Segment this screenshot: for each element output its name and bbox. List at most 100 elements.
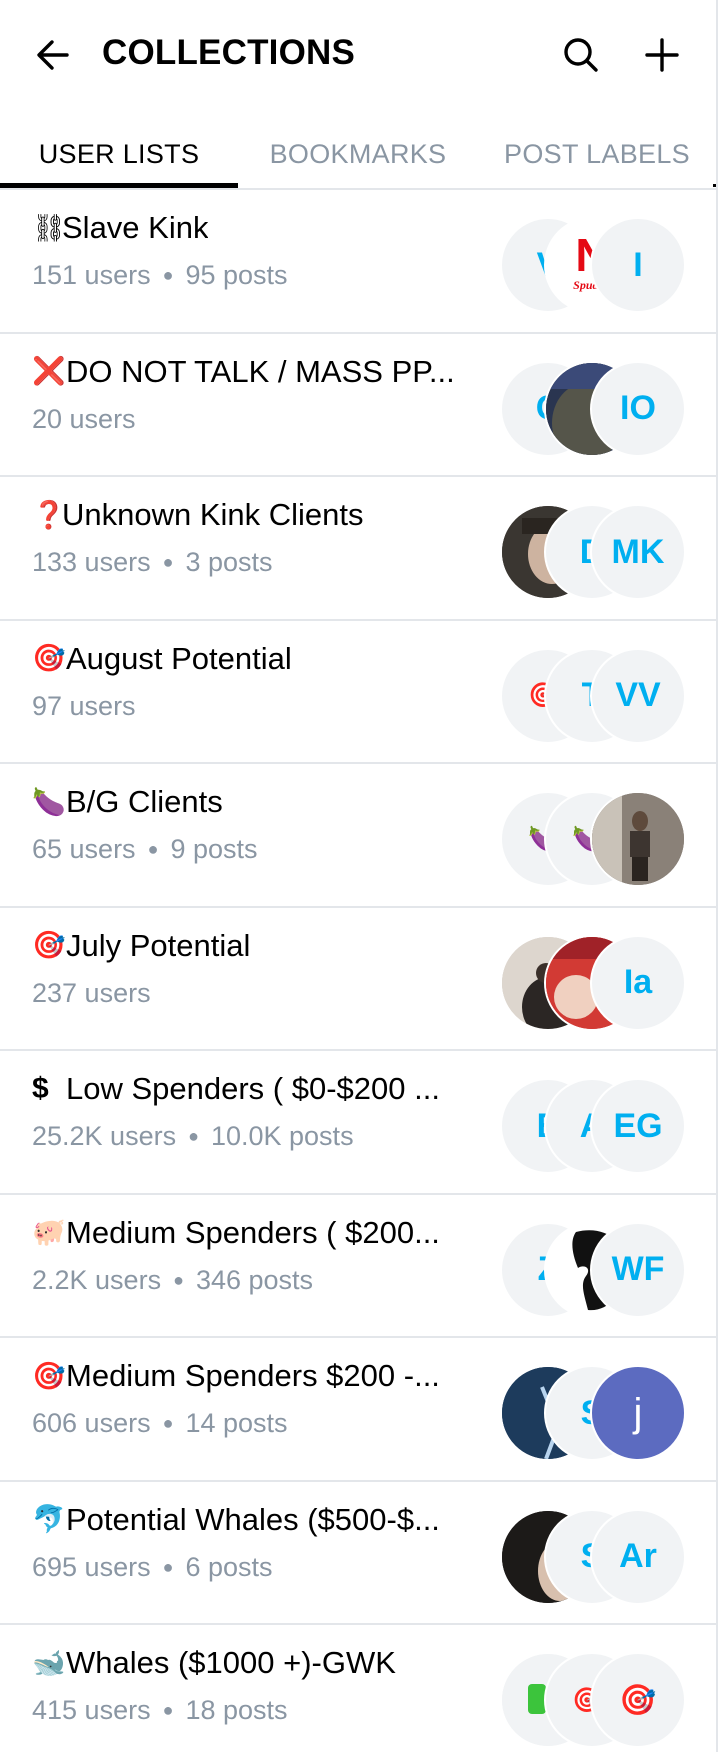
target-icon: 🎯 xyxy=(32,643,66,673)
list-item[interactable]: ❓ Unknown Kink Clients 133 users ● 3 posts… xyxy=(0,477,716,621)
separator-dot: ● xyxy=(162,552,174,572)
user-count: 20 users xyxy=(32,403,136,434)
user-count: 97 users xyxy=(32,690,136,721)
avatar: IO xyxy=(590,360,686,457)
list-title: ❌ DO NOT TALK / MASS PP... xyxy=(32,353,455,389)
separator-dot: ● xyxy=(173,1269,184,1290)
tab-bookmarks[interactable]: BOOKMARKS xyxy=(238,126,478,182)
user-count: 133 users xyxy=(32,547,151,577)
chains-icon: ⛓ xyxy=(32,212,67,243)
post-count: 346 posts xyxy=(195,1264,314,1295)
target-icon: 🎯 xyxy=(32,1360,66,1391)
dollar-sign-icon: $ xyxy=(32,1072,49,1105)
user-count: 695 users xyxy=(32,1551,151,1582)
cross-mark-icon: ❌ xyxy=(32,356,66,386)
back-button[interactable] xyxy=(25,27,81,83)
list-item[interactable]: 🎯 Medium Spenders $200 -... 606 users ● 14… xyxy=(0,1338,716,1482)
avatar: WF xyxy=(590,1221,686,1318)
list-item[interactable]: $ Low Spenders ( $0-$200 ... 25.2K users… xyxy=(0,1051,716,1195)
list-item[interactable]: 🐬 Potential Whales ($500-$... 695 users ●… xyxy=(0,1482,716,1625)
list-item[interactable]: 🎯 July Potential 237 users Ia xyxy=(0,908,716,1051)
avatar: MK xyxy=(590,504,686,600)
list-title: $ Low Spenders ( $0-$200 ... xyxy=(32,1071,440,1106)
user-count: 237 users xyxy=(32,977,151,1008)
list-title: 🍆 B/G Clients xyxy=(32,784,223,819)
list-item[interactable]: 🍆 B/G Clients 65 users ● 9 posts 🍆 🍆 xyxy=(0,764,716,908)
user-count: 2.2K users xyxy=(32,1264,162,1295)
avatar-stack: 🍆 🍆 xyxy=(500,791,690,887)
search-icon xyxy=(564,38,598,72)
pig-icon: 🐖 xyxy=(32,1217,66,1247)
avatar: Ar xyxy=(590,1508,686,1605)
user-count: 151 users xyxy=(32,260,151,290)
avatar xyxy=(590,791,686,887)
avatar-stack: 🎯 🎯 xyxy=(500,1652,690,1748)
user-count: 415 users xyxy=(32,1695,151,1725)
list-title: 🎯 Medium Spenders $200 -... xyxy=(32,1358,440,1393)
avatar-stack: D MK xyxy=(500,504,690,600)
user-count: 25.2K users xyxy=(32,1121,177,1151)
arrow-left-icon xyxy=(37,40,69,70)
list-meta: 25.2K users ● 10.0K posts xyxy=(32,1121,354,1152)
user-count: 65 users xyxy=(32,834,136,864)
dolphin-icon: 🐬 xyxy=(32,1504,66,1534)
tab-user-lists[interactable]: USER LISTS xyxy=(0,126,238,182)
avatar: VV xyxy=(590,647,686,744)
post-count: 14 posts xyxy=(185,1408,288,1438)
list-item[interactable]: 🐋 Whales ($1000 +)-GWK 415 users ● 18 post… xyxy=(0,1625,716,1752)
list-title: 🐬 Potential Whales ($500-$... xyxy=(32,1501,440,1537)
list-item[interactable]: ❌ DO NOT TALK / MASS PP... 20 users C IO xyxy=(0,334,716,477)
page-title: COLLECTIONS xyxy=(102,33,356,72)
avatar: I xyxy=(590,217,686,313)
separator-dot: ● xyxy=(162,265,174,285)
list-meta: 695 users ● 6 posts xyxy=(32,1552,273,1583)
list-item[interactable]: 🐖 Medium Spenders ( $200... 2.2K users ● 3… xyxy=(0,1195,716,1338)
list-title: 🐋 Whales ($1000 +)-GWK xyxy=(32,1645,396,1680)
list-title: 🎯 August Potential xyxy=(32,640,292,676)
list-item[interactable]: 🎯 August Potential 97 users 🎯 T VV xyxy=(0,621,716,764)
eggplant-icon: 🍆 xyxy=(32,786,66,817)
avatar-stack: V N Spud Is I xyxy=(500,217,690,313)
plus-icon xyxy=(645,38,679,72)
list-meta: 20 users xyxy=(32,404,136,435)
active-tab-indicator xyxy=(0,183,238,188)
post-count: 18 posts xyxy=(185,1695,288,1725)
question-mark-icon: ❓ xyxy=(32,499,66,530)
user-count: 606 users xyxy=(32,1408,151,1438)
target-icon: 🎯 xyxy=(32,930,66,960)
separator-dot: ● xyxy=(162,1700,174,1720)
tab-post-labels[interactable]: POST LABELS xyxy=(478,126,716,182)
list-meta: 133 users ● 3 posts xyxy=(32,547,273,578)
search-button[interactable] xyxy=(553,27,609,83)
list-meta: 415 users ● 18 posts xyxy=(32,1695,288,1726)
avatar-stack: S j xyxy=(500,1365,690,1461)
scroll-edge xyxy=(716,0,722,1752)
separator-dot: ● xyxy=(147,839,159,859)
avatar-stack: Ia xyxy=(500,934,690,1031)
separator-dot: ● xyxy=(162,1413,174,1433)
separator-dot: ● xyxy=(162,1556,174,1577)
whale-icon: 🐋 xyxy=(32,1647,66,1678)
post-count: 6 posts xyxy=(185,1551,273,1582)
post-count: 95 posts xyxy=(185,260,288,290)
list-title: 🎯 July Potential xyxy=(32,927,251,963)
post-count: 9 posts xyxy=(170,834,258,864)
avatar: EG xyxy=(590,1078,686,1174)
post-count: 3 posts xyxy=(185,547,273,577)
avatar-stack: Z WF xyxy=(500,1221,690,1318)
list-meta: 151 users ● 95 posts xyxy=(32,260,288,291)
collection-tabs: USER LISTS BOOKMARKS POST LABELS xyxy=(0,112,716,190)
add-list-button[interactable] xyxy=(634,27,690,83)
avatar-stack: S Ar xyxy=(500,1508,690,1605)
list-meta: 2.2K users ● 346 posts xyxy=(32,1265,313,1296)
list-title: ⛓ Slave Kink xyxy=(32,210,209,245)
list-meta: 97 users xyxy=(32,691,136,722)
list-item[interactable]: ⛓ Slave Kink 151 users ● 95 posts V N Spud… xyxy=(0,190,716,334)
avatar: 🎯 xyxy=(590,1652,686,1748)
avatar-stack: C IO xyxy=(500,360,690,457)
avatar: j xyxy=(590,1365,686,1461)
photo-avatar xyxy=(592,793,684,885)
list-title: 🐖 Medium Spenders ( $200... xyxy=(32,1214,440,1250)
user-lists: ⛓ Slave Kink 151 users ● 95 posts V N Spud… xyxy=(0,190,716,1752)
list-title: ❓ Unknown Kink Clients xyxy=(32,497,364,532)
